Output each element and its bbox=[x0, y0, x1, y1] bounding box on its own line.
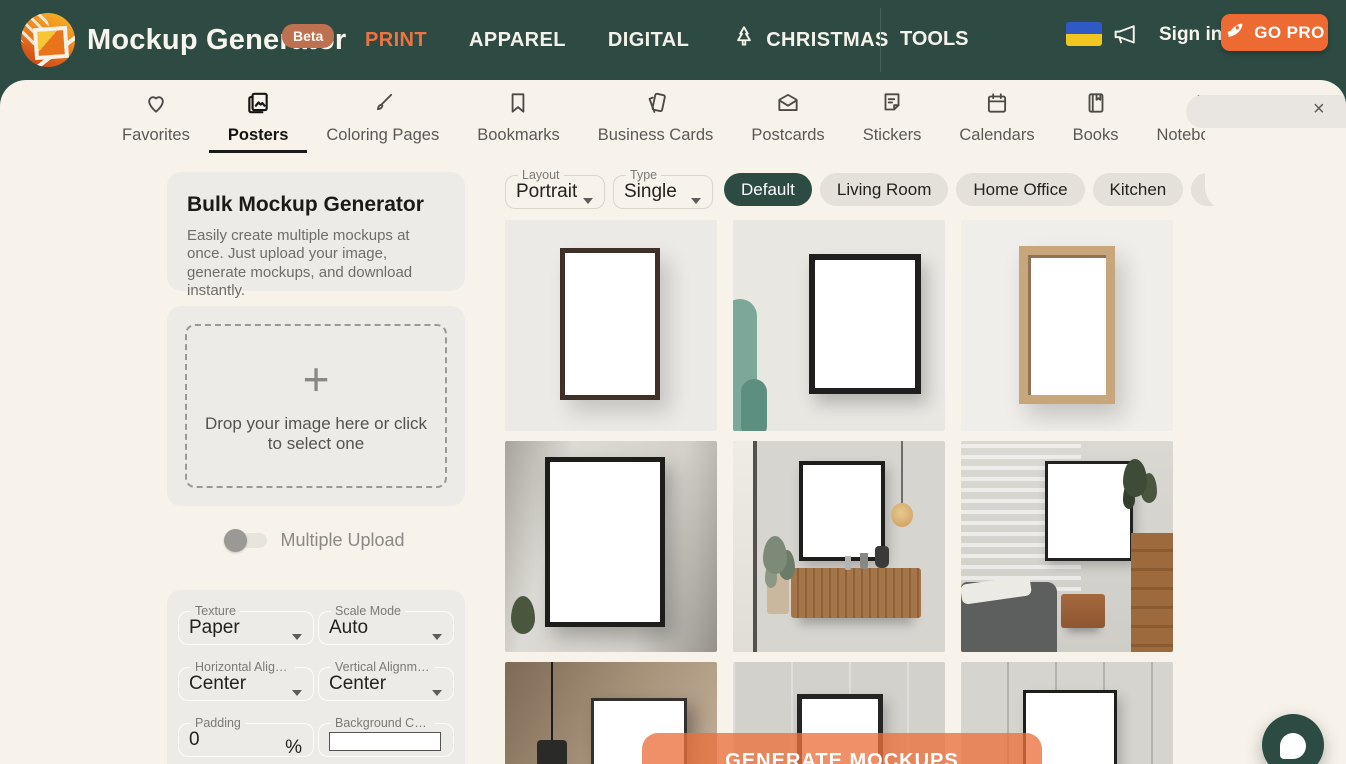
generate-mockups-button[interactable]: GENERATE MOCKUPS bbox=[642, 733, 1042, 764]
chat-widget-button[interactable] bbox=[1262, 714, 1324, 764]
chevron-down-icon bbox=[292, 634, 302, 640]
chip-home-office[interactable]: Home Office bbox=[956, 173, 1085, 206]
heart-icon bbox=[143, 90, 169, 121]
mockup-thumbnail[interactable] bbox=[505, 441, 717, 652]
tab-stickers[interactable]: Stickers bbox=[844, 80, 941, 152]
tab-books[interactable]: Books bbox=[1054, 80, 1138, 152]
calendar-icon bbox=[984, 90, 1010, 121]
category-tabbar: Favorites Posters Coloring Pages Bookmar… bbox=[103, 80, 1337, 153]
chevron-down-icon bbox=[292, 690, 302, 696]
horizontal-alignment-select[interactable]: Horizontal Alignment Center bbox=[178, 660, 314, 701]
mockup-thumbnail[interactable] bbox=[961, 441, 1173, 652]
nav-divider bbox=[880, 8, 881, 72]
bookmark-icon bbox=[505, 90, 531, 121]
multiple-upload-row: Multiple Upload bbox=[167, 529, 465, 552]
app-logo-icon[interactable] bbox=[21, 13, 75, 67]
nav-tools[interactable]: TOOLS bbox=[900, 28, 969, 51]
intro-card: Bulk Mockup Generator Easily create mult… bbox=[167, 172, 465, 299]
sign-in-link[interactable]: Sign in bbox=[1159, 24, 1222, 46]
tab-favorites[interactable]: Favorites bbox=[103, 80, 209, 152]
go-pro-button[interactable]: GO PRO bbox=[1221, 14, 1328, 51]
layout-select[interactable]: Layout Portrait bbox=[505, 168, 605, 209]
page-description: Easily create multiple mockups at once. … bbox=[187, 227, 413, 299]
type-select[interactable]: Type Single bbox=[613, 168, 713, 209]
multiple-upload-toggle[interactable] bbox=[224, 529, 268, 552]
search-panel: × bbox=[1186, 86, 1346, 211]
texture-select[interactable]: Texture Paper bbox=[178, 604, 314, 645]
tab-posters[interactable]: Posters bbox=[208, 80, 308, 153]
cards-icon bbox=[643, 90, 669, 121]
padding-input[interactable]: Padding 0 % bbox=[178, 716, 314, 758]
tab-bookmarks[interactable]: Bookmarks bbox=[458, 80, 579, 152]
chip-kitchen[interactable]: Kitchen bbox=[1092, 173, 1184, 206]
color-swatch[interactable] bbox=[329, 732, 441, 751]
chip-default[interactable]: Default bbox=[724, 173, 812, 206]
sticker-icon bbox=[879, 90, 905, 121]
settings-card: Texture Paper Scale Mode Auto Horizontal… bbox=[167, 590, 465, 764]
vertical-alignment-select[interactable]: Vertical Alignment Center bbox=[318, 660, 454, 701]
nav-digital[interactable]: DIGITAL bbox=[608, 29, 689, 52]
multiple-upload-label: Multiple Upload bbox=[280, 530, 405, 550]
envelope-icon bbox=[775, 90, 801, 121]
mockup-thumbnail[interactable] bbox=[961, 220, 1173, 431]
ukraine-flag[interactable] bbox=[1066, 22, 1102, 46]
plus-icon: + bbox=[302, 352, 330, 405]
chat-bubble-icon bbox=[1280, 733, 1306, 759]
scale-mode-select[interactable]: Scale Mode Auto bbox=[318, 604, 454, 645]
chevron-down-icon bbox=[432, 690, 442, 696]
nav-print[interactable]: PRINT bbox=[365, 29, 427, 52]
christmas-tree-icon bbox=[731, 23, 757, 57]
paint-brush-icon bbox=[370, 90, 396, 121]
rocket-icon bbox=[1224, 19, 1246, 46]
chip-living-room[interactable]: Living Room bbox=[819, 173, 949, 206]
chevron-down-icon bbox=[583, 198, 593, 204]
dropzone-label: Drop your image here or click to select … bbox=[204, 414, 428, 453]
app-header: Mockup Generator Beta PRINT APPAREL DIGI… bbox=[0, 0, 1346, 80]
nav-apparel[interactable]: APPAREL bbox=[469, 29, 566, 52]
page-title: Bulk Mockup Generator bbox=[187, 193, 424, 216]
nav-christmas[interactable]: CHRISTMAS bbox=[731, 23, 889, 57]
chevron-down-icon bbox=[432, 634, 442, 640]
mockup-thumbnail[interactable] bbox=[733, 441, 945, 652]
toggle-knob bbox=[224, 529, 248, 552]
mockup-thumbnail[interactable] bbox=[733, 220, 945, 431]
posters-icon bbox=[245, 90, 271, 121]
upload-dropzone[interactable]: + Drop your image here or click to selec… bbox=[167, 306, 465, 506]
tab-calendars[interactable]: Calendars bbox=[940, 80, 1053, 152]
chevron-down-icon bbox=[691, 198, 701, 204]
book-icon bbox=[1083, 90, 1109, 121]
tab-coloring-pages[interactable]: Coloring Pages bbox=[307, 80, 458, 152]
beta-badge: Beta bbox=[282, 24, 335, 48]
page-body: Favorites Posters Coloring Pages Bookmar… bbox=[0, 80, 1346, 764]
tab-postcards[interactable]: Postcards bbox=[732, 80, 843, 152]
background-color-picker[interactable]: Background Color bbox=[318, 716, 454, 757]
mockup-gallery bbox=[505, 220, 1173, 764]
megaphone-icon[interactable] bbox=[1108, 20, 1142, 55]
main-nav: PRINT APPAREL DIGITAL CHRISTMAS bbox=[365, 0, 889, 80]
mockup-thumbnail[interactable] bbox=[505, 220, 717, 431]
dropzone-border: + Drop your image here or click to selec… bbox=[185, 324, 447, 488]
percent-suffix: % bbox=[285, 737, 302, 758]
close-icon[interactable]: × bbox=[1313, 99, 1325, 119]
tab-business-cards[interactable]: Business Cards bbox=[579, 80, 733, 152]
